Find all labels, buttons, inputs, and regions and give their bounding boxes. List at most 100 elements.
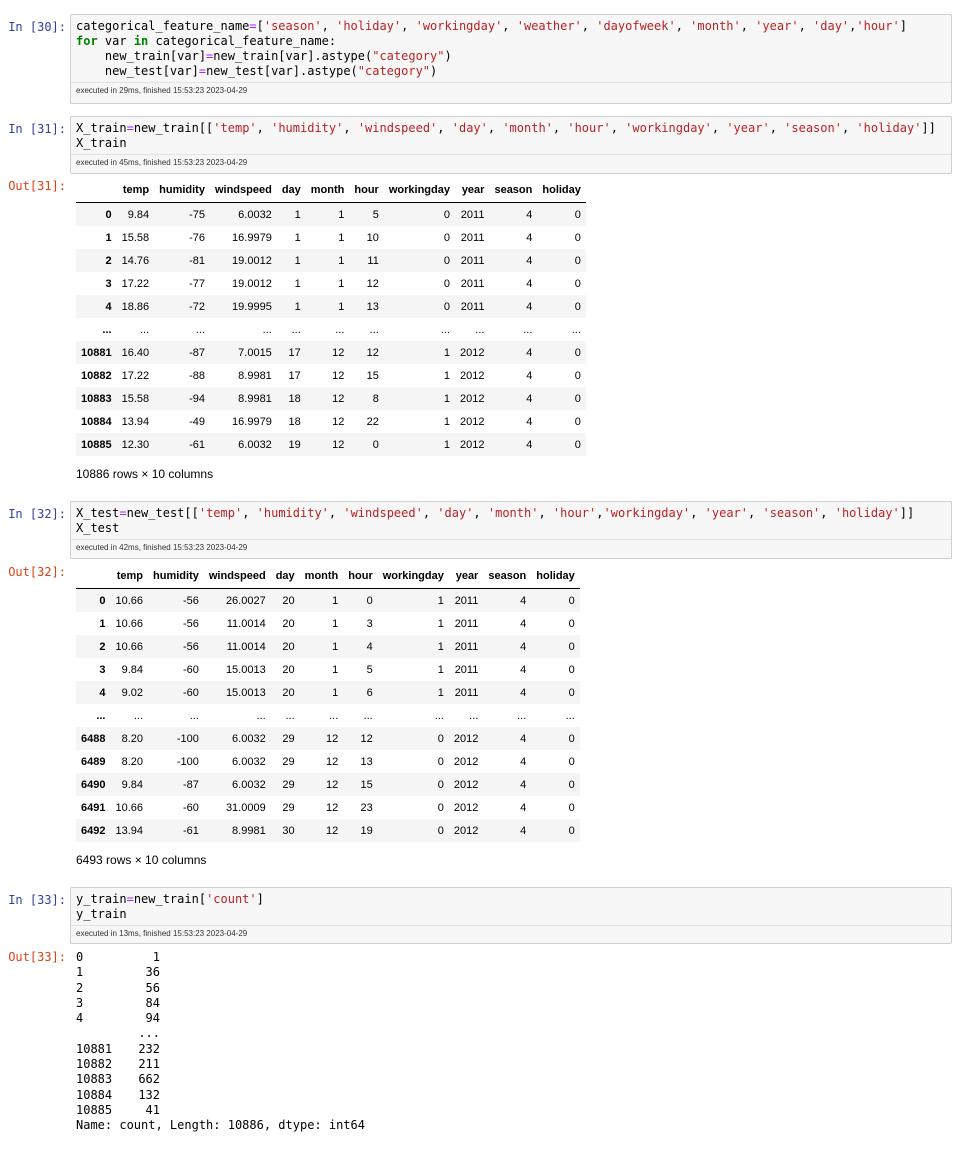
table-cell: -77 (189, 277, 205, 290)
code-token: , (343, 121, 358, 135)
column-header: workingday (377, 564, 449, 589)
table-cell: 7.0015 (238, 346, 272, 359)
notebook-cell-31: In [31]: X_train=new_train[['temp', 'hum… (0, 116, 964, 176)
table-cell: 4 (526, 254, 533, 267)
table-cell: 10.66 (115, 801, 144, 814)
table-cell: 0 (568, 778, 575, 791)
code-token: y_train (76, 892, 127, 906)
table-cell: 1 (443, 438, 450, 451)
table-row: ................................. (76, 318, 586, 341)
code-editor[interactable]: X_test=new_test[['temp', 'humidity', 'wi… (70, 501, 952, 559)
series-index: 4 (76, 1011, 84, 1026)
table-cell: 4 (520, 594, 527, 607)
series-index: 10884 (76, 1087, 113, 1102)
row-index: 10885 (81, 438, 112, 451)
table-cell: 0 (574, 277, 581, 290)
column-header: windspeed (203, 564, 271, 589)
series-value: 132 (138, 1087, 160, 1102)
table-cell: 20 (282, 663, 295, 676)
table-cell: 19 (288, 438, 301, 451)
code-token: , (610, 121, 626, 135)
table-cell: 4 (520, 617, 527, 630)
table-cell: 2012 (459, 415, 485, 428)
table-cell: 8.20 (121, 732, 144, 745)
table-cell: 15.58 (121, 231, 150, 244)
code-text[interactable]: X_train=new_train[['temp', 'humidity', '… (71, 117, 951, 154)
table-cell: 29 (282, 755, 295, 768)
code-token: 'dayofweek' (596, 19, 676, 33)
table-cell: 0 (568, 663, 575, 676)
row-index: 2 (105, 254, 112, 267)
table-cell: 4 (366, 640, 373, 653)
table-cell: 1 (294, 254, 301, 267)
code-token: ]] (921, 121, 936, 135)
code-editor[interactable]: X_train=new_train[['temp', 'humidity', '… (70, 116, 952, 174)
code-editor[interactable]: y_train=new_train['count'] y_train execu… (70, 887, 952, 944)
series-value: ... (138, 1026, 160, 1041)
table-row: 10884 13.94 -49 16.9979 18 12 22 1 2012 4 0 (76, 410, 586, 433)
table-cell: 6.0032 (238, 208, 272, 221)
row-index: 6492 (81, 824, 106, 837)
table-row: 10882 17.22 -88 8.9981 17 12 15 1 2012 4 0 (76, 364, 586, 387)
table-cell: -56 (182, 640, 199, 653)
code-text[interactable]: categorical_feature_name=['season', 'hol… (71, 15, 951, 82)
table-cell: 0 (437, 801, 444, 814)
table-cell: 1 (294, 277, 301, 290)
table-cell: 18 (288, 392, 301, 405)
code-token: , (748, 506, 763, 520)
table-row: 6492 13.94 -61 8.9981 30 12 19 0 2012 4 0 (76, 819, 580, 842)
table-cell: 4 (526, 208, 533, 221)
table-cell: 11.0014 (226, 640, 266, 653)
table-cell: 20 (282, 594, 295, 607)
table-cell: -81 (189, 254, 205, 267)
table-cell: 2012 (453, 755, 479, 768)
table-cell: -94 (189, 392, 205, 405)
code-token: 'month' (502, 121, 553, 135)
output-prompt: Out[32]: (8, 565, 66, 579)
series-index: 0 (76, 950, 84, 964)
table-cell: 0 (366, 594, 373, 607)
code-text[interactable]: y_train=new_train['count'] y_train (71, 888, 951, 925)
code-text[interactable]: X_test=new_test[['temp', 'humidity', 'wi… (71, 502, 951, 539)
table-cell: 5 (366, 663, 373, 676)
table-cell: 20 (282, 640, 295, 653)
table-cell: 6 (366, 686, 373, 699)
table-cell: ... (291, 323, 301, 336)
column-header: year (448, 564, 484, 589)
code-token: , (581, 19, 597, 33)
execution-info: executed in 13ms, finished 15:53:23 2023… (71, 925, 951, 941)
code-token: 'holiday' (336, 19, 402, 33)
table-cell: 1 (332, 640, 339, 653)
table-cell: 20 (282, 686, 295, 699)
table-cell: 4 (520, 801, 527, 814)
series-output: 0 1 1 36 2 56 3 84 4 94... 10881 232 10882 211 10883 66… (76, 950, 365, 1134)
index-header (76, 564, 111, 589)
table-cell: 15.58 (121, 392, 150, 405)
series-value: 84 (145, 995, 160, 1010)
table-cell: 9.84 (121, 663, 144, 676)
code-token: 'year' (704, 506, 749, 520)
table-cell: 0 (568, 824, 575, 837)
code-token: 'hour' (552, 506, 597, 520)
code-token: , (321, 19, 337, 33)
table-cell: 6.0032 (232, 755, 266, 768)
table-cell: 12 (326, 732, 339, 745)
table-cell: 2011 (454, 663, 479, 676)
table-cell: 15.0013 (225, 686, 266, 699)
row-index: 0 (99, 594, 106, 607)
table-cell: ... (256, 709, 266, 722)
code-token: , (401, 19, 416, 33)
table-cell: 0 (574, 300, 581, 313)
table-cell: 12 (332, 392, 345, 405)
code-token: , (769, 121, 785, 135)
dataframe-table: temp humidity windspeed day month hour working… (76, 564, 580, 842)
table-cell: 12 (332, 415, 345, 428)
table-cell: 15 (360, 778, 373, 791)
table-row: 2 10.66 -56 11.0014 20 1 4 1 2011 4 0 (76, 635, 580, 658)
code-token: for (76, 34, 98, 48)
code-editor[interactable]: categorical_feature_name=['season', 'hol… (70, 14, 952, 104)
code-token: 'year' (726, 121, 770, 135)
series-index: 10883 (76, 1072, 113, 1087)
table-cell: 4 (526, 392, 533, 405)
table-cell: 4 (526, 415, 533, 428)
